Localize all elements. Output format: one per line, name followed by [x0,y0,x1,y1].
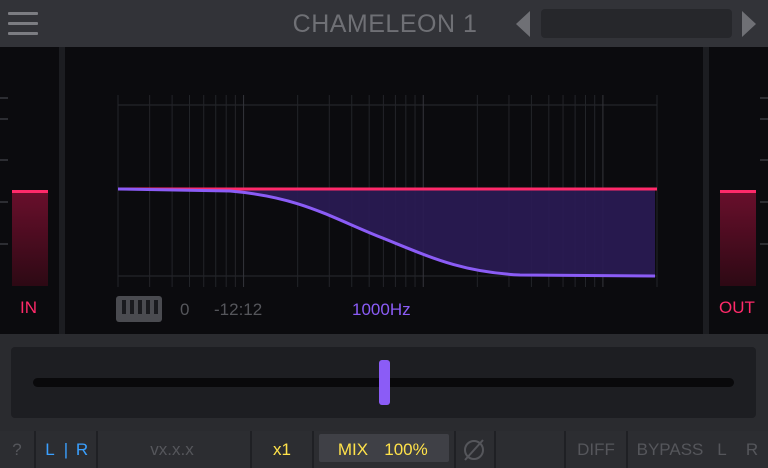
slider-panel [11,347,756,418]
response-fill [118,189,655,276]
plugin-title: CHAMELEON 1 [292,10,478,38]
channel-right-button[interactable]: R [74,431,90,468]
multiplier-button[interactable]: x1 [262,431,302,468]
help-button[interactable]: ? [6,431,28,468]
mix-value: 100% [384,440,428,459]
pitch-offset: -12:12 [214,300,263,319]
triangle-left-icon[interactable] [516,11,530,37]
preset-selector[interactable] [541,9,732,38]
bypass-left-button[interactable]: L [714,431,730,468]
bypass-button[interactable]: BYPASS [634,431,706,468]
channel-separator: | [63,440,69,459]
mix-label: MIX [337,440,369,459]
frequency-readout: 1000Hz [352,300,411,319]
note-value: 0 [180,300,190,319]
triangle-right-icon[interactable] [742,11,756,37]
piano-keys-icon[interactable] [116,296,162,322]
diff-button[interactable]: DIFF [574,431,618,468]
slider-handle[interactable] [378,360,390,405]
bypass-right-button[interactable]: R [744,431,760,468]
hamburger-menu-icon[interactable] [8,12,38,36]
version-label: vx.x.x [150,440,194,459]
channel-left-button[interactable]: L [42,431,58,468]
frequency-graph[interactable] [0,47,768,334]
phase-invert-icon[interactable] [460,438,488,462]
